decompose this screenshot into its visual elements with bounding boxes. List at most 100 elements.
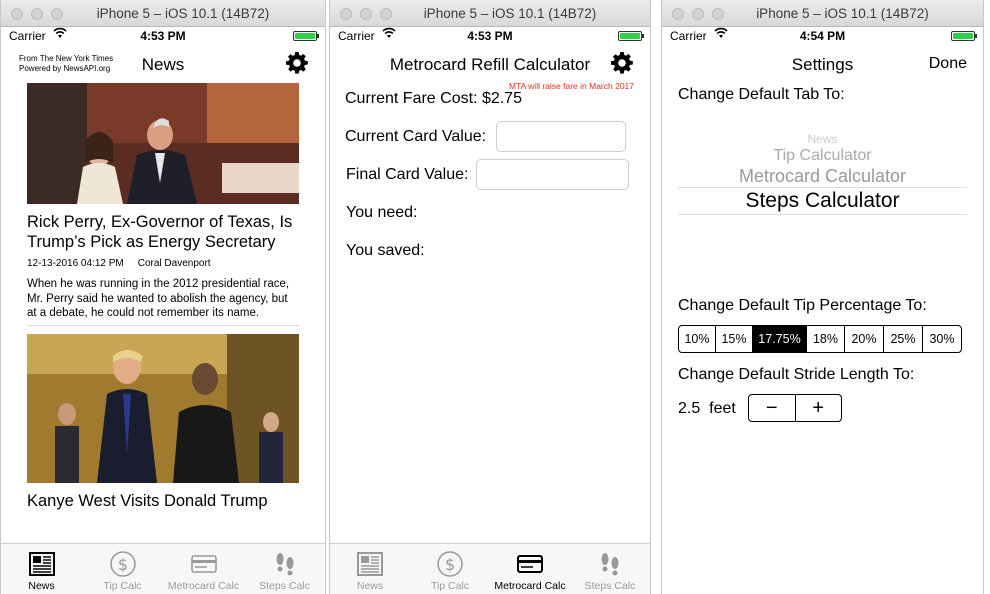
stride-readout: 2.5 feet bbox=[678, 400, 736, 418]
saved-label: You saved: bbox=[346, 242, 425, 259]
tab-label: Tip Calc bbox=[103, 580, 142, 592]
done-button[interactable]: Done bbox=[929, 55, 967, 73]
simulator-window-settings: iPhone 5 – iOS 10.1 (14B72) Carrier 4:54… bbox=[661, 0, 984, 594]
tab-steps-calc[interactable]: Steps Calc bbox=[244, 544, 325, 594]
tab-news[interactable]: News bbox=[1, 544, 82, 594]
fare-row: Current Fare Cost: $2.75 bbox=[345, 90, 522, 108]
article-photo-perry[interactable] bbox=[27, 83, 299, 204]
battery-icon bbox=[951, 31, 977, 41]
card-value-row: Current Card Value: bbox=[345, 121, 627, 152]
window-titlebar: iPhone 5 – iOS 10.1 (14B72) bbox=[1, 0, 325, 27]
gear-icon[interactable] bbox=[610, 51, 634, 75]
window-title: iPhone 5 – iOS 10.1 (14B72) bbox=[423, 6, 597, 21]
tab-label: News bbox=[356, 580, 384, 592]
footsteps-icon bbox=[276, 553, 293, 576]
tab-metrocard-calc[interactable]: Metrocard Calc bbox=[490, 544, 570, 594]
simulator-window-metrocard: iPhone 5 – iOS 10.1 (14B72) Carrier 4:53… bbox=[329, 0, 651, 594]
window-titlebar: iPhone 5 – iOS 10.1 (14B72) bbox=[330, 0, 650, 27]
default-tab-picker[interactable]: News Tip Calculator Metrocard Calculator… bbox=[678, 127, 967, 247]
tab-label: News bbox=[28, 580, 55, 592]
status-bar: Carrier 4:53 PM bbox=[1, 27, 325, 45]
tab-metrocard-calc[interactable]: Metrocard Calc bbox=[163, 544, 244, 594]
tab-label: Metrocard Calc bbox=[167, 580, 240, 592]
picker-option[interactable]: Tip Calculator bbox=[678, 146, 967, 165]
metrocard-icon bbox=[190, 555, 217, 573]
stride-value: 2.5 bbox=[678, 400, 701, 417]
svg-text:$: $ bbox=[117, 555, 127, 574]
picker-option-selected[interactable]: Steps Calculator bbox=[678, 188, 967, 214]
tab-label: Tip Calc bbox=[430, 580, 470, 592]
article-headline[interactable]: Kanye West Visits Donald Trump bbox=[27, 491, 299, 511]
tip-option-selected[interactable]: 17.75% bbox=[753, 326, 807, 352]
tab-bar: News $ Tip Calc Metrocard Calc Steps Cal… bbox=[1, 543, 325, 594]
dollar-icon: $ bbox=[437, 551, 463, 577]
tip-option[interactable]: 10% bbox=[679, 326, 716, 352]
final-value-input[interactable] bbox=[476, 159, 630, 190]
tab-label: Metrocard Calc bbox=[494, 580, 566, 592]
phone-screen: Carrier 4:53 PM Metrocard Refill Calcula… bbox=[330, 27, 650, 594]
nav-bar: From The New York Times Powered by NewsA… bbox=[1, 45, 325, 83]
tab-tip-calc[interactable]: $ Tip Calc bbox=[82, 544, 163, 594]
article-author: Coral Davenport bbox=[137, 258, 211, 269]
fare-label: Current Fare Cost: bbox=[345, 90, 478, 107]
final-value-row: Final Card Value: bbox=[346, 159, 630, 190]
stride-unit: feet bbox=[709, 400, 736, 417]
dollar-icon: $ bbox=[109, 551, 136, 577]
picker-option[interactable]: Metrocard Calculator bbox=[678, 165, 967, 187]
tab-tip-calc[interactable]: $ Tip Calc bbox=[410, 544, 490, 594]
article-meta: 12-13-2016 04:12 PM Coral Davenport bbox=[27, 258, 299, 269]
footsteps-icon bbox=[601, 553, 619, 576]
article-summary: When he was running in the 2012 presiden… bbox=[27, 277, 299, 326]
tab-news[interactable]: News bbox=[330, 544, 410, 594]
tip-segmented-control[interactable]: 10% 15% 17.75% 18% 20% 25% 30% bbox=[678, 325, 962, 353]
window-title: iPhone 5 – iOS 10.1 (14B72) bbox=[756, 6, 929, 21]
page-title: News bbox=[141, 55, 185, 74]
plus-button[interactable]: + bbox=[796, 395, 842, 421]
minus-button[interactable]: − bbox=[749, 395, 796, 421]
metrocard-icon bbox=[517, 555, 543, 573]
picker-option[interactable]: News bbox=[678, 132, 967, 146]
battery-icon bbox=[618, 31, 644, 41]
article-photo-kanye[interactable] bbox=[27, 333, 299, 483]
need-row: You need: bbox=[346, 204, 417, 222]
final-value-label: Final Card Value: bbox=[346, 165, 469, 183]
default-tab-label: Change Default Tab To: bbox=[678, 86, 845, 103]
simulator-window-news: iPhone 5 – iOS 10.1 (14B72) Carrier 4:53… bbox=[0, 0, 326, 594]
status-time: 4:54 PM bbox=[799, 29, 846, 43]
svg-text:$: $ bbox=[445, 555, 455, 574]
card-value-label: Current Card Value: bbox=[345, 127, 487, 145]
newspaper-icon bbox=[357, 552, 383, 576]
gear-icon[interactable] bbox=[285, 51, 309, 75]
window-titlebar: iPhone 5 – iOS 10.1 (14B72) bbox=[662, 0, 983, 27]
stride-label: Change Default Stride Length To: bbox=[678, 366, 915, 383]
battery-icon bbox=[293, 31, 319, 41]
need-label: You need: bbox=[346, 204, 418, 221]
tab-label: Steps Calc bbox=[259, 580, 310, 592]
saved-row: You saved: bbox=[346, 242, 425, 260]
phone-screen: Carrier 4:53 PM From The New York Times … bbox=[1, 27, 325, 594]
tip-option[interactable]: 15% bbox=[716, 326, 753, 352]
news-feed[interactable]: Rick Perry, Ex-Governor of Texas, Is Tru… bbox=[1, 83, 325, 543]
fare-value: $2.75 bbox=[481, 90, 522, 107]
status-bar: Carrier 4:53 PM bbox=[330, 27, 650, 45]
tip-option[interactable]: 18% bbox=[807, 326, 845, 352]
status-bar: Carrier 4:54 PM bbox=[662, 27, 983, 45]
nav-bar: Settings Done bbox=[662, 45, 983, 83]
tab-steps-calc[interactable]: Steps Calc bbox=[570, 544, 650, 594]
tab-label: Steps Calc bbox=[584, 580, 636, 592]
card-value-input[interactable] bbox=[496, 121, 627, 152]
tip-option[interactable]: 20% bbox=[845, 326, 884, 352]
page-title: Metrocard Refill Calculator bbox=[389, 55, 591, 74]
status-time: 4:53 PM bbox=[467, 29, 513, 43]
picker-selection: Steps Calculator bbox=[678, 187, 967, 215]
stride-stepper[interactable]: − + bbox=[748, 394, 842, 422]
tip-option[interactable]: 30% bbox=[923, 326, 961, 352]
article-headline[interactable]: Rick Perry, Ex-Governor of Texas, Is Tru… bbox=[27, 212, 299, 252]
tip-option[interactable]: 25% bbox=[884, 326, 923, 352]
tab-bar: News $ Tip Calc Metrocard Calc Steps Cal… bbox=[330, 543, 650, 594]
article-date: 12-13-2016 04:12 PM bbox=[27, 258, 124, 269]
fare-increase-note: MTA will raise fare in March 2017 bbox=[508, 81, 634, 91]
phone-screen: Carrier 4:54 PM Settings Done Change Def… bbox=[662, 27, 983, 594]
newspaper-icon bbox=[28, 552, 55, 576]
tip-label: Change Default Tip Percentage To: bbox=[678, 297, 927, 314]
